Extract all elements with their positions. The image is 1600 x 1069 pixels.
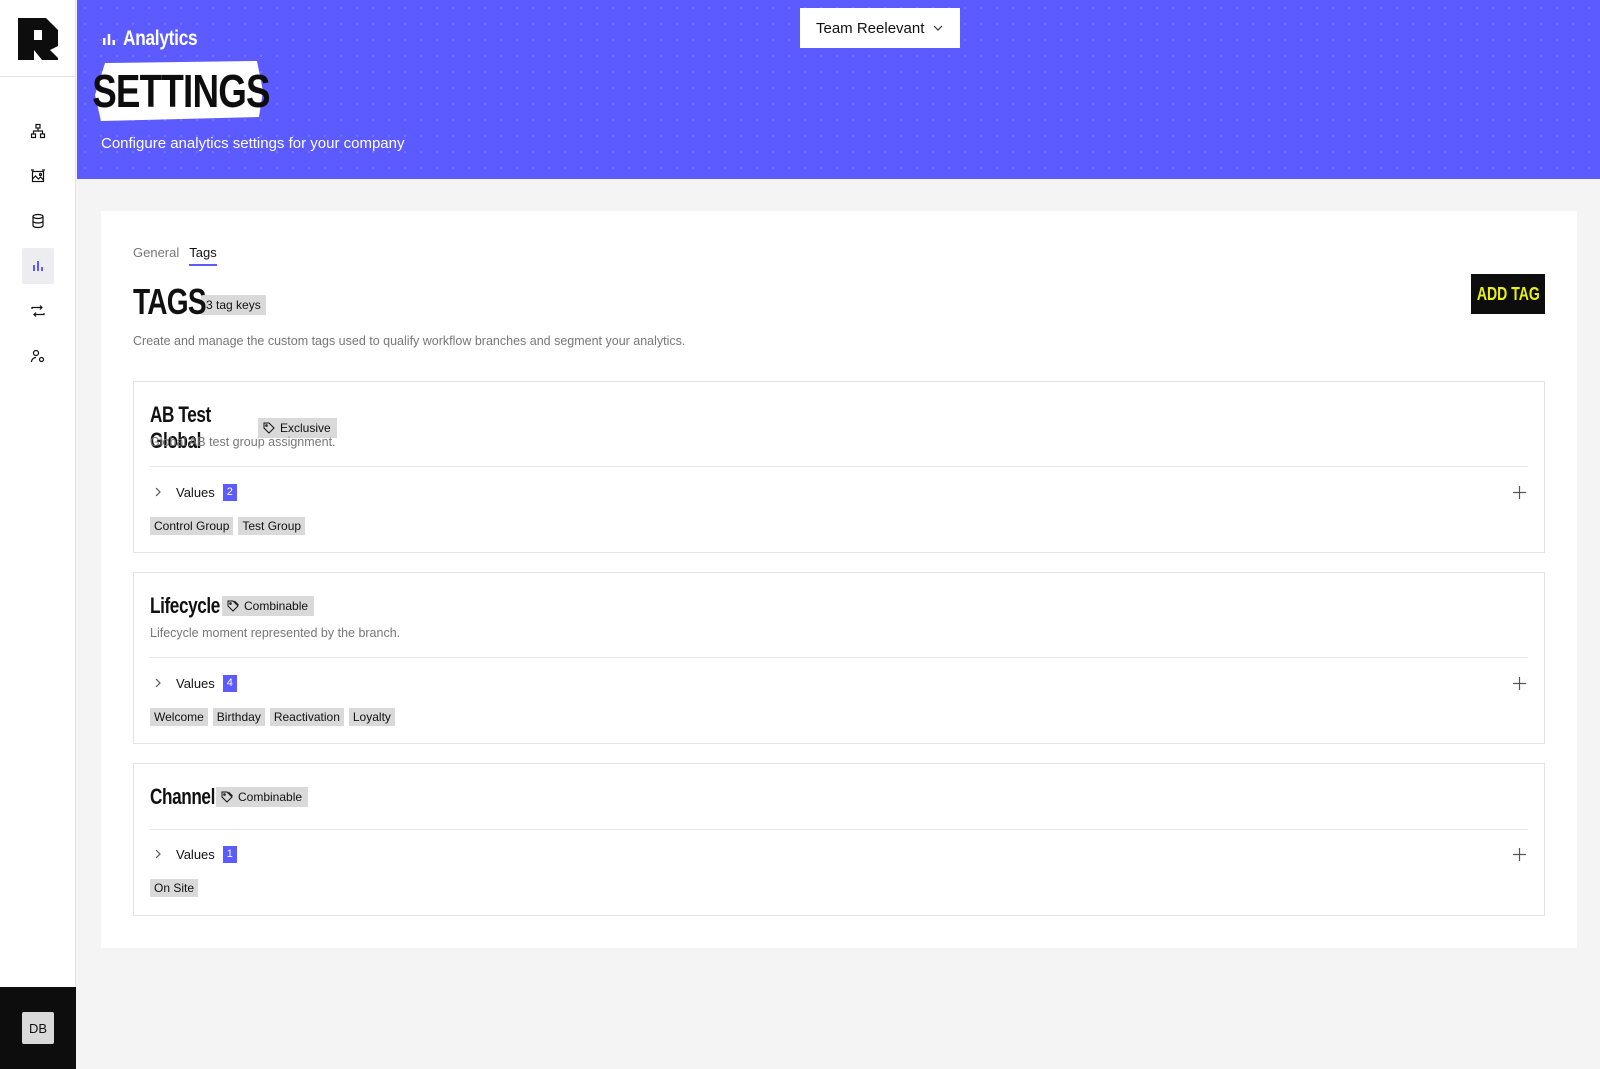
- values-expand-toggle[interactable]: Values 1: [150, 845, 237, 863]
- tag-type-label: Combinable: [238, 790, 303, 804]
- add-value-button[interactable]: [1510, 674, 1528, 692]
- add-value-button[interactable]: [1510, 845, 1528, 863]
- logo[interactable]: [0, 0, 76, 77]
- page-header: Analytics SETTINGS Configure analytics s…: [77, 0, 1600, 179]
- avatar[interactable]: DB: [22, 1012, 54, 1044]
- sidebar-footer: DB: [0, 987, 76, 1069]
- sidebar-item-content[interactable]: [22, 158, 54, 194]
- value-chip: Loyalty: [348, 708, 395, 726]
- tag-type-badge: Combinable: [216, 787, 309, 807]
- page-title: SETTINGS: [92, 61, 271, 121]
- database-icon: [31, 213, 44, 229]
- user-settings-icon: [30, 349, 44, 363]
- tag-header: Lifecycle Combinable: [150, 593, 315, 619]
- chevron-down-icon: [933, 25, 943, 31]
- tag-keys-count-badge: 3 tag keys: [201, 295, 266, 315]
- analytics-icon: [32, 261, 43, 271]
- section-title: TAGS: [133, 281, 207, 322]
- tag-type-label: Exclusive: [280, 421, 331, 435]
- sidebar-item-users[interactable]: [22, 338, 54, 374]
- add-tag-button[interactable]: ADD TAG: [1471, 274, 1545, 314]
- divider: [150, 829, 1528, 830]
- values-row: Values 4: [150, 673, 1528, 693]
- settings-card: General Tags TAGS 3 tag keys Create and …: [101, 211, 1577, 948]
- section-header: TAGS 3 tag keys: [133, 281, 266, 323]
- value-chip: Birthday: [212, 708, 265, 726]
- hierarchy-icon: [30, 123, 45, 139]
- sidebar-nav: [0, 77, 75, 383]
- value-chip: Test Group: [238, 517, 306, 535]
- values-count-badge: 2: [222, 483, 237, 501]
- values-label: Values: [176, 675, 215, 691]
- tab-general[interactable]: General: [133, 245, 179, 266]
- value-chip: Reactivation: [269, 708, 344, 726]
- sidebar: DB: [0, 0, 76, 1069]
- team-select[interactable]: Team Reelevant: [800, 8, 960, 48]
- settings-tabs: General Tags: [133, 245, 217, 266]
- tag-header: Channel Combinable: [150, 784, 309, 810]
- plus-icon: [1512, 847, 1526, 861]
- values-expand-toggle[interactable]: Values 2: [150, 483, 237, 501]
- values-label: Values: [176, 484, 215, 500]
- tag-card: Lifecycle Combinable Lifecycle moment re…: [133, 572, 1545, 744]
- tag-name: Channel: [150, 784, 215, 809]
- breadcrumb: Analytics: [101, 27, 214, 51]
- sidebar-item-sync[interactable]: [22, 293, 54, 329]
- values-count-badge: 4: [222, 674, 237, 692]
- values-expand-toggle[interactable]: Values 4: [150, 674, 237, 692]
- values-list: On Site: [150, 879, 199, 897]
- plus-icon: [1512, 485, 1526, 499]
- value-chip: Welcome: [150, 708, 208, 726]
- reelevant-logo-icon: [18, 18, 58, 60]
- team-select-value: Team Reelevant: [816, 19, 925, 37]
- tag-icon: [263, 422, 275, 434]
- tag-name: Lifecycle: [150, 593, 220, 618]
- tag-description: Lifecycle moment represented by the bran…: [150, 626, 401, 640]
- value-chip: Control Group: [150, 517, 234, 535]
- chevron-right-icon: [155, 678, 161, 688]
- breadcrumb-section: Analytics: [123, 27, 198, 50]
- chevron-right-icon: [155, 487, 161, 497]
- sidebar-item-data[interactable]: [22, 203, 54, 239]
- tag-description: Global AB test group assignment.: [150, 435, 336, 449]
- values-row: Values 1: [150, 844, 1528, 864]
- section-description: Create and manage the custom tags used t…: [133, 334, 686, 348]
- chevron-right-icon: [155, 849, 161, 859]
- divider: [150, 466, 1528, 467]
- image-gallery-icon: [30, 169, 45, 183]
- divider: [150, 657, 1528, 658]
- tag-type-badge: Combinable: [222, 596, 315, 616]
- value-chip: On Site: [150, 879, 199, 897]
- page-title-text: SETTINGS: [92, 65, 270, 117]
- analytics-icon: [103, 34, 115, 45]
- values-row: Values 2: [150, 482, 1528, 502]
- sync-icon: [30, 305, 45, 317]
- tag-type-label: Combinable: [244, 599, 309, 613]
- values-list: Control Group Test Group: [150, 517, 306, 535]
- tags-icon: [227, 600, 239, 612]
- plus-icon: [1512, 676, 1526, 690]
- add-tag-button-label: ADD TAG: [1476, 283, 1540, 304]
- tab-tags[interactable]: Tags: [189, 245, 217, 266]
- page-subtitle: Configure analytics settings for your co…: [101, 135, 405, 152]
- add-value-button[interactable]: [1510, 483, 1528, 501]
- values-list: Welcome Birthday Reactivation Loyalty: [150, 708, 395, 726]
- tag-card: AB Test Global Exclusive Global AB test …: [133, 381, 1545, 553]
- tags-icon: [221, 791, 233, 803]
- sidebar-item-workflows[interactable]: [22, 113, 54, 149]
- sidebar-item-analytics[interactable]: [21, 248, 54, 284]
- tag-card: Channel Combinable Values 1 On Site: [133, 763, 1545, 916]
- values-count-badge: 1: [222, 845, 237, 863]
- values-label: Values: [176, 846, 215, 862]
